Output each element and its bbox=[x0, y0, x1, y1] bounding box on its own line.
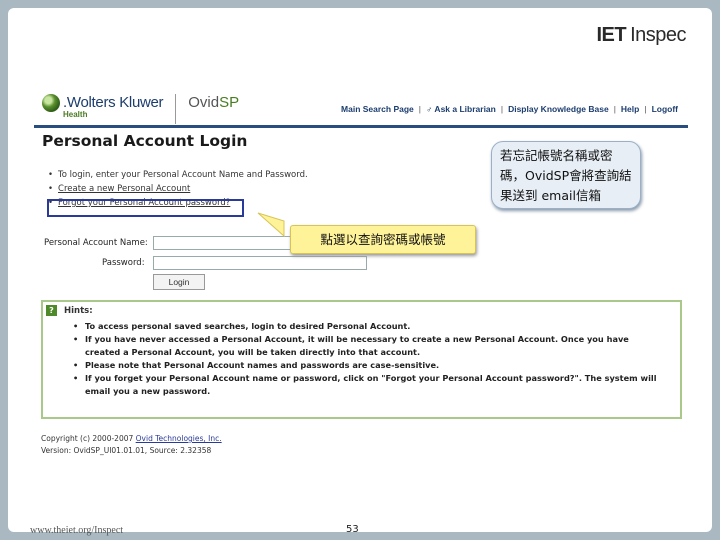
page-number: 53 bbox=[346, 524, 359, 535]
callout-pointer-middle bbox=[257, 212, 285, 238]
footer-url: www.theiet.org/Inspect bbox=[30, 525, 124, 536]
callout-pointers bbox=[257, 142, 521, 238]
callout-middle: 點選以查詢密碼或帳號 bbox=[290, 225, 476, 254]
slide: IET Inspec .Wolters Kluwer Health OvidSP … bbox=[8, 8, 712, 532]
callout-top-right: 若忘記帳號名稱或密碼，OvidSP會將查詢結果送到 email信箱 bbox=[491, 141, 641, 209]
